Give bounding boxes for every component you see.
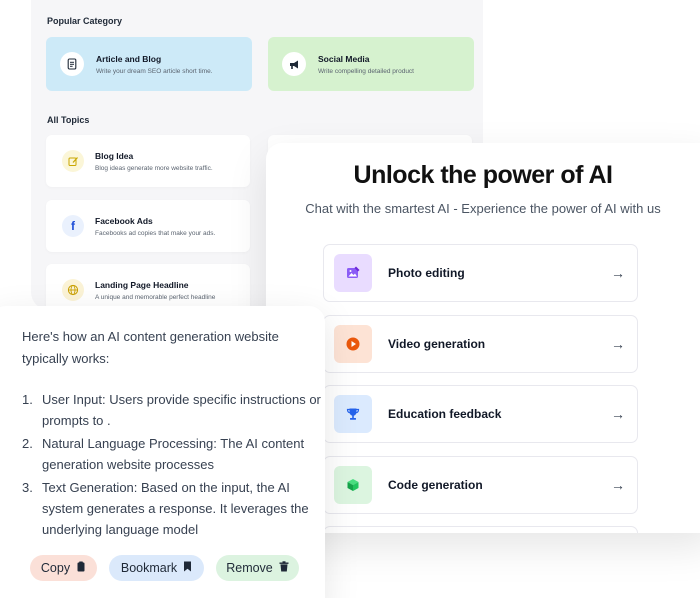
- feature-video-generation[interactable]: Video generation →: [323, 315, 638, 373]
- feature-code-generation[interactable]: Code generation →: [323, 456, 638, 514]
- bookmark-button-label: Bookmark: [120, 561, 178, 575]
- bookmark-button[interactable]: Bookmark: [109, 555, 204, 581]
- category-card-article-blog[interactable]: Article and Blog Write your dream SEO ar…: [46, 37, 252, 91]
- remove-button-label: Remove: [226, 561, 273, 575]
- remove-button[interactable]: Remove: [216, 555, 299, 581]
- arrow-right-icon: →: [611, 477, 625, 493]
- list-item: 2. Natural Language Processing: The AI c…: [22, 433, 322, 475]
- arrow-right-icon: →: [611, 336, 625, 352]
- category-card-title: Social Media: [318, 53, 370, 64]
- topic-subtitle: A unique and memorable perfect headline: [95, 293, 216, 301]
- category-card-subtitle: Write compelling detailed product: [318, 67, 414, 75]
- feature-label: Photo editing: [388, 266, 465, 280]
- list-item-number: 2.: [22, 436, 33, 451]
- ai-features-card: Unlock the power of AI Chat with the sma…: [266, 143, 700, 533]
- list-item: 1. User Input: Users provide specific in…: [22, 389, 322, 431]
- chat-response-card: Here's how an AI content generation webs…: [0, 306, 325, 598]
- popular-category-heading: Popular Category: [47, 16, 123, 26]
- ai-card-subtitle: Chat with the smartest AI - Experience t…: [305, 201, 661, 216]
- feature-label: Code generation: [388, 478, 483, 492]
- topic-card-blog-idea[interactable]: Blog Idea Blog ideas generate more websi…: [46, 135, 250, 187]
- trash-icon: [279, 561, 289, 575]
- image-edit-icon: [334, 254, 372, 292]
- list-item-text: User Input: Users provide specific instr…: [42, 392, 321, 428]
- category-card-subtitle: Write your dream SEO article short time.: [96, 67, 213, 75]
- topic-title: Blog Idea: [95, 150, 134, 161]
- clipboard-icon: [76, 561, 86, 575]
- feature-label: Education feedback: [388, 407, 502, 421]
- list-item-number: 3.: [22, 480, 33, 495]
- category-card-social-media[interactable]: Social Media Write compelling detailed p…: [268, 37, 474, 91]
- list-item-text: Text Generation: Based on the input, the…: [42, 480, 309, 537]
- document-icon: [60, 52, 84, 76]
- feature-next-partial[interactable]: [323, 526, 638, 533]
- topic-subtitle: Blog ideas generate more website traffic…: [95, 164, 213, 172]
- chat-intro-text: Here's how an AI content generation webs…: [22, 329, 279, 366]
- topic-card-facebook-ads[interactable]: f Facebook Ads Facebooks ad copies that …: [46, 200, 250, 252]
- category-card-title: Article and Blog: [96, 53, 162, 64]
- play-icon: [334, 325, 372, 363]
- list-item-text: Natural Language Processing: The AI cont…: [42, 436, 305, 472]
- copy-button-label: Copy: [40, 561, 71, 575]
- facebook-icon: f: [62, 215, 84, 237]
- arrow-right-icon: →: [611, 265, 625, 281]
- copy-button[interactable]: Copy: [30, 555, 97, 581]
- chat-steps-list: 1. User Input: Users provide specific in…: [22, 389, 322, 540]
- topic-title: Facebook Ads: [95, 215, 153, 226]
- edit-icon: [62, 150, 84, 172]
- topic-title: Landing Page Headline: [95, 279, 189, 290]
- trophy-icon: [334, 395, 372, 433]
- topic-subtitle: Facebooks ad copies that make your ads.: [95, 229, 216, 237]
- list-item-number: 1.: [22, 392, 33, 407]
- feature-photo-editing[interactable]: Photo editing →: [323, 244, 638, 302]
- cube-icon: [334, 466, 372, 504]
- ai-card-title: Unlock the power of AI: [353, 161, 613, 189]
- all-topics-heading: All Topics: [47, 115, 90, 125]
- feature-education-feedback[interactable]: Education feedback →: [323, 385, 638, 443]
- bookmark-icon: [183, 561, 192, 575]
- list-item: 3. Text Generation: Based on the input, …: [22, 477, 322, 540]
- megaphone-icon: [282, 52, 306, 76]
- arrow-right-icon: →: [611, 406, 625, 422]
- globe-icon: [62, 279, 84, 301]
- feature-label: Video generation: [388, 337, 486, 351]
